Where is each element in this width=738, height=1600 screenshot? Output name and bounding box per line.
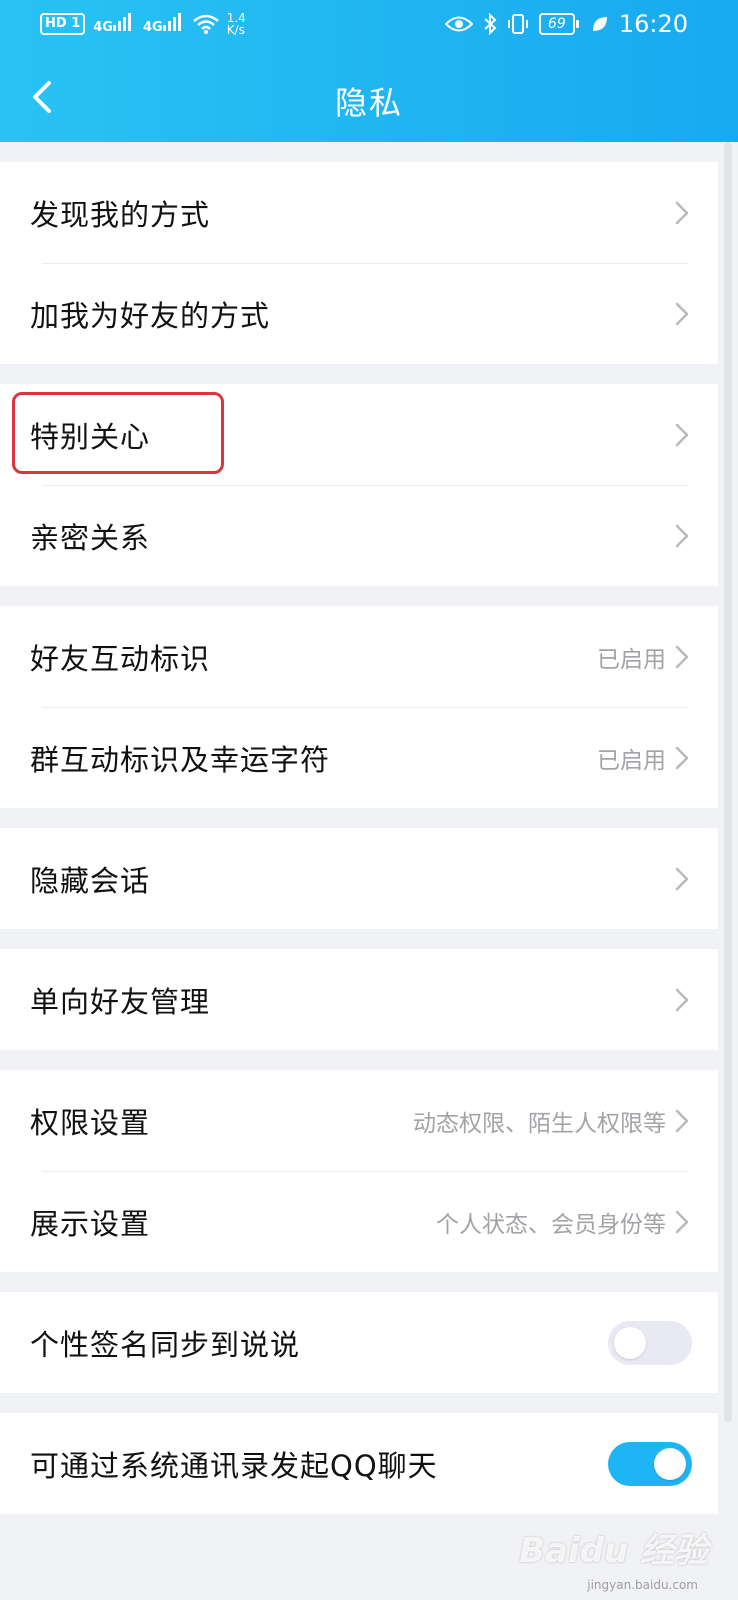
row-right	[672, 384, 692, 485]
row-label: 好友互动标识	[30, 641, 211, 676]
row-value: 动态权限、陌生人权限等	[413, 1110, 666, 1137]
row-label: 单向好友管理	[30, 984, 211, 1019]
status-bar: HD 1 4G 4G 1.4 K/s 69 16:20	[0, 0, 738, 50]
setting-row-permissions[interactable]: 权限设置 动态权限、陌生人权限等	[0, 1070, 718, 1171]
eye-icon	[444, 16, 473, 32]
chevron-right-icon	[675, 423, 689, 446]
row-right: 已启用	[597, 707, 692, 808]
contacts-qq-chat-toggle[interactable]	[608, 1441, 692, 1486]
status-time: 16:20	[618, 10, 688, 38]
setting-row-contacts-qq-chat: 可通过系统通讯录发起QQ聊天	[0, 1413, 718, 1514]
setting-row-hidden-chats[interactable]: 隐藏会话	[0, 828, 718, 929]
row-right	[672, 263, 692, 364]
setting-row-signature-sync: 个性签名同步到说说	[0, 1292, 718, 1393]
chevron-right-icon	[675, 201, 689, 224]
setting-row-discover-me[interactable]: 发现我的方式	[0, 162, 718, 263]
row-right	[672, 949, 692, 1050]
row-right	[672, 162, 692, 263]
settings-group: 发现我的方式 加我为好友的方式	[0, 162, 718, 364]
chevron-right-icon	[675, 746, 689, 769]
hd-badge: HD 1	[40, 13, 86, 35]
chevron-right-icon	[675, 645, 689, 668]
settings-group: 单向好友管理	[0, 949, 718, 1050]
row-right	[672, 828, 692, 929]
leaf-icon	[592, 17, 607, 31]
toggle-knob	[654, 1447, 686, 1480]
setting-row-group-interaction-badge[interactable]: 群互动标识及幸运字符 已启用	[0, 707, 718, 808]
status-bar-left: HD 1 4G 4G 1.4 K/s	[40, 12, 246, 36]
row-right: 已启用	[597, 606, 692, 707]
signal-bars-icon	[162, 13, 181, 31]
net-speed: 1.4 K/s	[226, 11, 246, 37]
settings-group: 权限设置 动态权限、陌生人权限等 展示设置 个人状态、会员身份等	[0, 1070, 718, 1272]
toggle-knob	[614, 1326, 646, 1359]
settings-group: 好友互动标识 已启用 群互动标识及幸运字符 已启用	[0, 606, 718, 808]
setting-row-display[interactable]: 展示设置 个人状态、会员身份等	[0, 1171, 718, 1272]
privacy-settings-list: 发现我的方式 加我为好友的方式 特别关心 亲密关系 好友互动标识 已启用 群互动…	[0, 142, 718, 1514]
signal-4g-2: 4G	[143, 13, 185, 35]
chevron-right-icon	[675, 302, 689, 325]
row-value: 已启用	[597, 747, 666, 774]
settings-group: 可通过系统通讯录发起QQ聊天	[0, 1413, 718, 1514]
wifi-icon	[192, 14, 219, 34]
page-title: 隐私	[334, 84, 403, 122]
battery-icon: 69	[538, 13, 579, 35]
vibrate-icon	[507, 14, 528, 34]
setting-row-intimate-relation[interactable]: 亲密关系	[0, 485, 718, 586]
chevron-right-icon	[675, 988, 689, 1011]
row-right	[608, 1292, 692, 1393]
row-label: 群互动标识及幸运字符	[30, 742, 331, 777]
signature-sync-toggle[interactable]	[608, 1320, 692, 1365]
signal-bars-icon	[112, 13, 131, 31]
row-label: 加我为好友的方式	[30, 298, 271, 333]
chevron-right-icon	[675, 1210, 689, 1233]
watermark-url: jingyan.baidu.com	[587, 1578, 698, 1592]
bluetooth-icon	[484, 13, 497, 35]
chevron-right-icon	[675, 1109, 689, 1132]
row-label: 权限设置	[30, 1105, 151, 1140]
status-bar-right: 69 16:20	[444, 10, 688, 38]
row-label: 可通过系统通讯录发起QQ聊天	[30, 1448, 438, 1483]
row-right	[608, 1413, 692, 1514]
row-right: 个人状态、会员身份等	[436, 1171, 692, 1272]
setting-row-friend-interaction-badge[interactable]: 好友互动标识 已启用	[0, 606, 718, 707]
scrollbar[interactable]	[724, 142, 732, 1422]
baidu-watermark: Baidu 经验	[519, 1531, 708, 1571]
row-label: 隐藏会话	[30, 863, 151, 898]
signal-4g-1: 4G	[93, 13, 135, 35]
row-right	[672, 485, 692, 586]
settings-group: 隐藏会话	[0, 828, 718, 929]
setting-row-one-way-friends[interactable]: 单向好友管理	[0, 949, 718, 1050]
row-label: 个性签名同步到说说	[30, 1327, 301, 1362]
highlight-annotation	[12, 392, 224, 474]
row-value: 个人状态、会员身份等	[436, 1211, 666, 1238]
row-label: 发现我的方式	[30, 197, 211, 232]
setting-row-add-friend-method[interactable]: 加我为好友的方式	[0, 263, 718, 364]
row-right: 动态权限、陌生人权限等	[413, 1070, 692, 1171]
row-label: 亲密关系	[30, 520, 151, 555]
chevron-right-icon	[675, 524, 689, 547]
settings-group: 个性签名同步到说说	[0, 1292, 718, 1393]
row-label: 展示设置	[30, 1206, 151, 1241]
chevron-right-icon	[675, 867, 689, 890]
row-value: 已启用	[597, 646, 666, 673]
app-header: HD 1 4G 4G 1.4 K/s 69 16:20 隐私	[0, 0, 738, 142]
